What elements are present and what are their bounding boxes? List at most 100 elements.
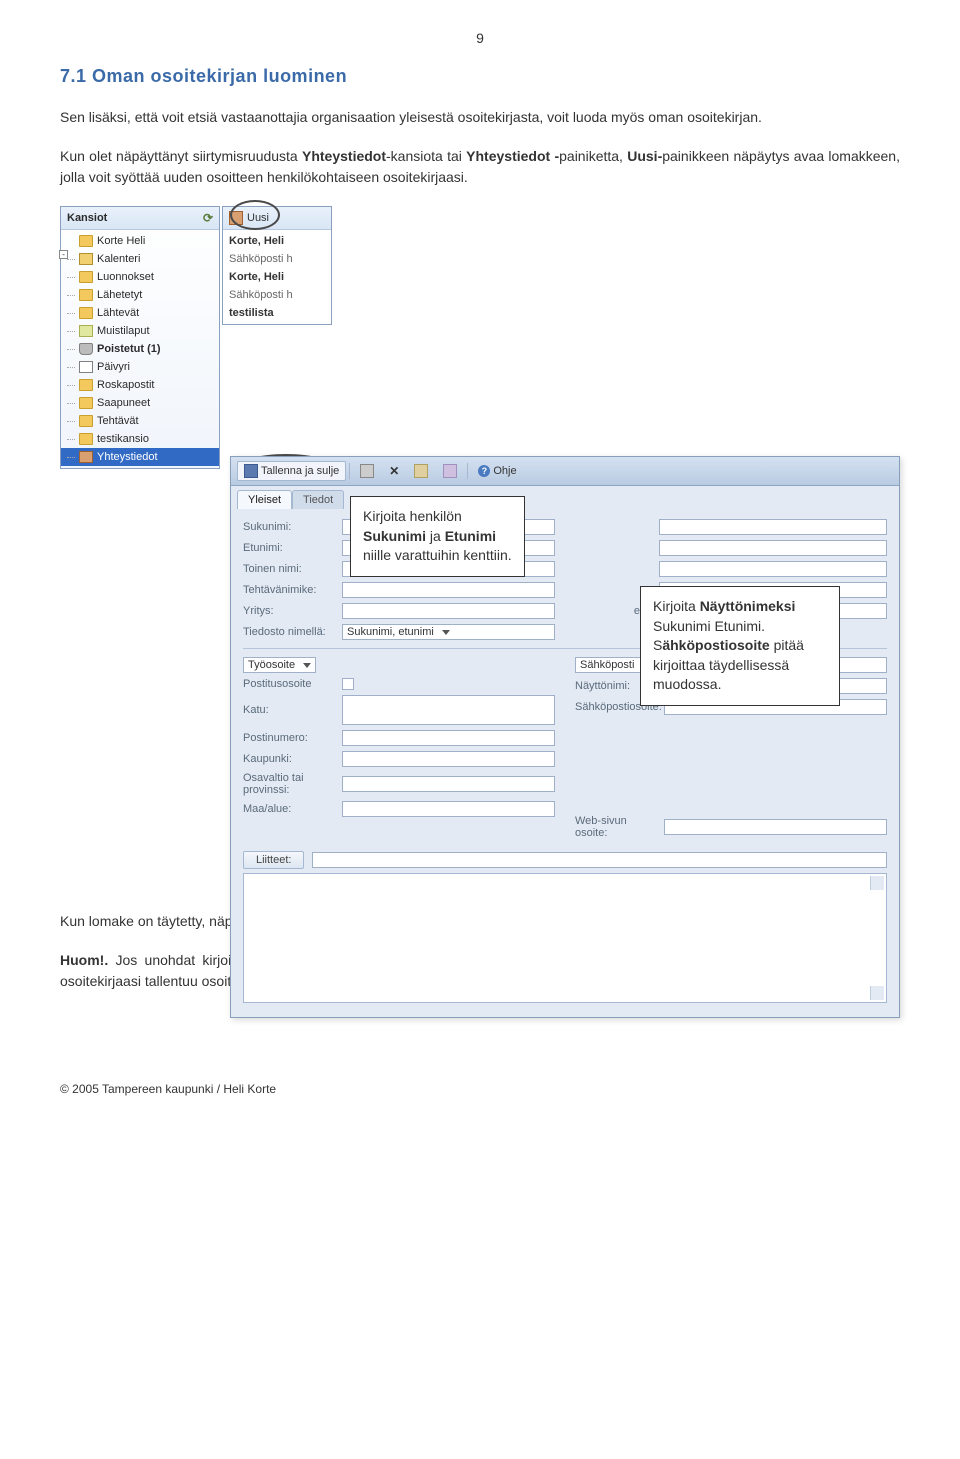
folder-item-yhteystiedot[interactable]: Yhteystiedot	[61, 448, 219, 466]
section-title: 7.1 Oman osoitekirjan luominen	[60, 66, 900, 87]
list-item[interactable]: Sähköposti h	[223, 286, 331, 304]
folder-icon	[79, 397, 93, 409]
folder-item-luonnokset[interactable]: Luonnokset	[61, 268, 219, 286]
input-maa-alue[interactable]	[342, 801, 555, 817]
folder-icon	[79, 307, 93, 319]
instruction-paragraph: Kun olet näpäyttänyt siirtymisruudusta Y…	[60, 146, 900, 188]
folder-item-tehtavat[interactable]: Tehtävät	[61, 412, 219, 430]
liitteet-row: Liitteet:	[243, 851, 887, 869]
liitteet-button[interactable]: Liitteet:	[243, 851, 304, 869]
folder-panel-header: Kansiot ⟳	[61, 207, 219, 230]
form-left-lower: Työosoite Postitusosoite Katu: Postinume…	[243, 657, 555, 839]
input-osavaltio[interactable]	[342, 776, 555, 792]
save-and-close-button[interactable]: Tallenna ja sulje	[237, 461, 346, 481]
folder-item-muistilaput[interactable]: Muistilaput	[61, 322, 219, 340]
list-body: Korte, Heli Sähköposti h Korte, Heli Säh…	[223, 230, 331, 324]
trash-icon	[79, 343, 93, 355]
select-value: Sähköposti	[580, 659, 634, 671]
tab-yleiset[interactable]: Yleiset	[237, 490, 292, 509]
checkbox-postitusosoite[interactable]	[342, 678, 354, 690]
folder-item-roskapostit[interactable]: Roskapostit	[61, 376, 219, 394]
select-value: Työosoite	[248, 659, 295, 671]
folder-item-lahtevat[interactable]: Lähtevät	[61, 304, 219, 322]
page-number: 9	[60, 30, 900, 46]
folder-label: testikansio	[97, 433, 149, 445]
input-postinumero[interactable]	[342, 730, 555, 746]
contact-icon	[79, 451, 93, 463]
folder-icon	[79, 271, 93, 283]
label-tehtavanimike: Tehtävänimike:	[243, 584, 338, 596]
input-phone-1[interactable]	[659, 519, 887, 535]
folder-panel: Kansiot ⟳ - Korte Heli Kalenteri Luonnok…	[60, 206, 220, 469]
folder-item-kalenteri[interactable]: Kalenteri	[61, 250, 219, 268]
help-button[interactable]: ? Ohje	[471, 462, 523, 480]
input-yritys[interactable]	[342, 603, 555, 619]
input-tehtavanimike[interactable]	[342, 582, 555, 598]
c2-a: Kirjoita	[653, 598, 700, 614]
label-etunimi: Etunimi:	[243, 542, 338, 554]
folder-label: Poistetut (1)	[97, 343, 161, 355]
toolbar-misc-button[interactable]	[407, 461, 435, 481]
folder-item-korte-heli[interactable]: Korte Heli	[61, 232, 219, 250]
folder-label: Tehtävät	[97, 415, 139, 427]
input-katu[interactable]	[342, 695, 555, 725]
tab-tiedot[interactable]: Tiedot	[292, 490, 344, 509]
date-icon	[79, 361, 93, 373]
list-item[interactable]: Sähköposti h	[223, 250, 331, 268]
folder-label: Lähtevät	[97, 307, 139, 319]
scroll-down-icon[interactable]	[870, 986, 884, 1000]
folder-label: Kalenteri	[97, 253, 140, 265]
folder-item-lahetetyt[interactable]: Lähetetyt	[61, 286, 219, 304]
label-sukunimi: Sukunimi:	[243, 521, 338, 533]
input-kaupunki[interactable]	[342, 751, 555, 767]
folder-item-poistetut[interactable]: Poistetut (1)	[61, 340, 219, 358]
scroll-up-icon[interactable]	[870, 876, 884, 890]
list-item[interactable]: Korte, Heli	[223, 232, 331, 250]
notes-textarea[interactable]	[243, 873, 887, 1003]
c1-e: niille varattuihin kenttiin.	[363, 547, 512, 563]
misc-icon	[443, 464, 457, 478]
folder-label: Luonnokset	[97, 271, 154, 283]
footer-copyright: © 2005 Tampereen kaupunki / Heli Korte	[60, 1082, 276, 1096]
folder-icon	[79, 235, 93, 247]
label-postinumero: Postinumero:	[243, 732, 338, 744]
folder-icon	[79, 433, 93, 445]
folder-list: - Korte Heli Kalenteri Luonnokset Lähete…	[61, 230, 219, 468]
folder-item-testikansio[interactable]: testikansio	[61, 430, 219, 448]
tabstrip: Yleiset Tiedot	[231, 486, 899, 509]
input-phone-3[interactable]	[659, 561, 887, 577]
toolbar-misc-button-2[interactable]	[436, 461, 464, 481]
toolbar-attach-button[interactable]	[353, 461, 381, 481]
list-item[interactable]: Korte, Heli	[223, 268, 331, 286]
select-tyoosoite[interactable]: Työosoite	[243, 657, 316, 673]
list-item[interactable]: testilista	[223, 304, 331, 322]
refresh-icon[interactable]: ⟳	[203, 211, 213, 225]
callout-name-fields: Kirjoita henkilön Sukunimi ja Etunimi ni…	[350, 496, 525, 577]
folder-label: Yhteystiedot	[97, 451, 158, 463]
chevron-down-icon	[442, 630, 450, 635]
folder-icon	[79, 289, 93, 301]
label-postitusosoite: Postitusosoite	[243, 678, 338, 690]
folder-item-paivyri[interactable]: Päivyri	[61, 358, 219, 376]
toolbar-delete-button[interactable]: ✕	[382, 461, 406, 481]
p2-b: Yhteystiedot	[302, 148, 386, 164]
folder-icon	[79, 415, 93, 427]
c2-d: ähköpostiosoite	[662, 637, 769, 653]
p4-a: Huom!.	[60, 952, 108, 968]
input-phone-2[interactable]	[659, 540, 887, 556]
p2-e: painiketta,	[559, 148, 627, 164]
folder-item-saapuneet[interactable]: Saapuneet	[61, 394, 219, 412]
screenshot-area: Kansiot ⟳ - Korte Heli Kalenteri Luonnok…	[60, 206, 900, 886]
folder-label: Roskapostit	[97, 379, 154, 391]
folder-label: Muistilaput	[97, 325, 150, 337]
help-label: Ohje	[493, 465, 516, 477]
calendar-icon	[79, 253, 93, 265]
input-websivun[interactable]	[664, 819, 887, 835]
label-katu: Katu:	[243, 704, 338, 716]
misc-icon	[414, 464, 428, 478]
select-tiedosto-nimella[interactable]: Sukunimi, etunimi	[342, 624, 555, 640]
input-liitteet[interactable]	[312, 852, 887, 868]
callout-email-fields: Kirjoita Näyttönimeksi Sukunimi Etunimi.…	[640, 586, 840, 706]
c1-a: Kirjoita henkilön	[363, 508, 462, 524]
label-yritys: Yritys:	[243, 605, 338, 617]
